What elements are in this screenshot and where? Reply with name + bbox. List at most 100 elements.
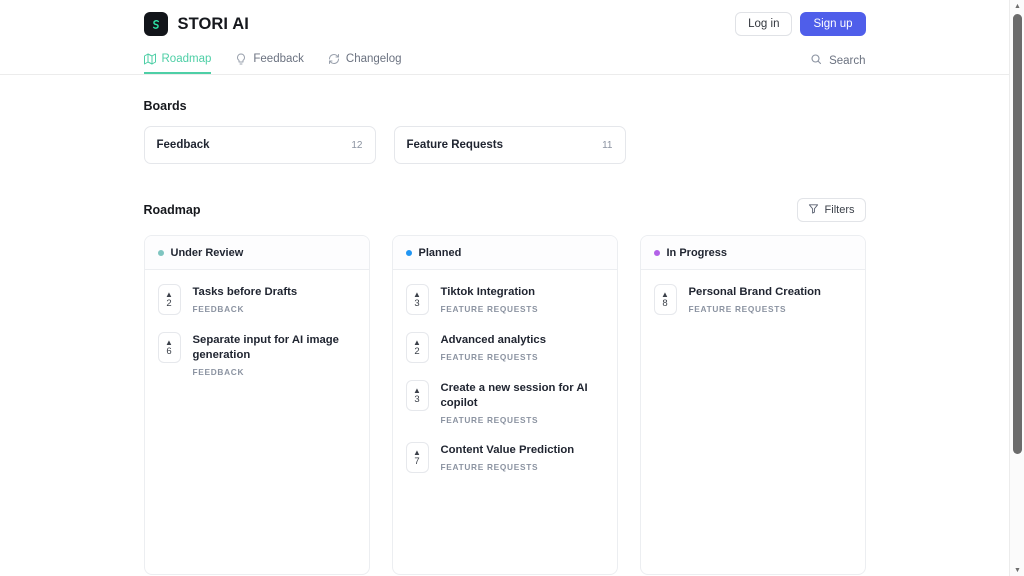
column-title: In Progress (666, 246, 728, 259)
browser-viewport: STORI AI Log in Sign up Roadmap Feedback… (0, 0, 1024, 576)
vote-count: 3 (414, 297, 420, 309)
vote-button[interactable]: ▲ 7 (405, 442, 429, 473)
chevron-up-icon: ▲ (413, 447, 421, 457)
chevron-up-icon: ▲ (165, 337, 173, 347)
signup-button[interactable]: Sign up (800, 12, 866, 36)
roadmap-item-text: Tasks before Drafts FEEDBACK (193, 284, 298, 314)
roadmap-item-board: FEEDBACK (192, 304, 245, 314)
roadmap-item-text: Create a new session for AI copilot FEAT… (441, 380, 604, 425)
roadmap-item-board: FEATURE REQUESTS (440, 304, 539, 314)
roadmap-item-board: FEEDBACK (192, 367, 245, 377)
column-header: Under Review (144, 236, 369, 270)
board-count: 11 (602, 139, 613, 151)
header-top-row: STORI AI Log in Sign up (143, 0, 866, 45)
status-dot-icon (653, 249, 660, 256)
scrollbar-up-arrow-icon[interactable]: ▲ (1010, 0, 1024, 12)
filters-button[interactable]: Filters (796, 198, 866, 222)
header-actions: Log in Sign up (735, 12, 866, 36)
roadmap-item-board: FEATURE REQUESTS (440, 462, 539, 472)
scrollbar-thumb[interactable] (1013, 14, 1022, 454)
roadmap-item[interactable]: ▲ 6 Separate input for AI image generati… (157, 332, 356, 377)
vote-button[interactable]: ▲ 3 (405, 380, 429, 411)
roadmap-item[interactable]: ▲ 3 Create a new session for AI copilot … (405, 380, 604, 425)
chevron-up-icon: ▲ (165, 289, 173, 299)
column-body: ▲ 2 Tasks before Drafts FEEDBACK ▲ 6 Sep… (145, 270, 369, 387)
roadmap-item-title: Create a new session for AI copilot (440, 382, 588, 409)
search-button[interactable]: Search (810, 53, 866, 74)
roadmap-columns: Under Review ▲ 2 Tasks before Drafts FEE… (143, 235, 866, 575)
nav-tab-roadmap[interactable]: Roadmap (143, 45, 212, 74)
nav-tab-changelog[interactable]: Changelog (328, 45, 402, 74)
board-card-feature-requests[interactable]: Feature Requests 11 (393, 126, 626, 164)
nav-tabs: Roadmap Feedback Changelog (143, 45, 402, 74)
map-icon (143, 53, 156, 65)
roadmap-item[interactable]: ▲ 2 Advanced analytics FEATURE REQUESTS (405, 332, 604, 363)
column-header: Planned (392, 236, 617, 270)
roadmap-column-in-progress: In Progress ▲ 8 Personal Brand Creation … (639, 235, 866, 575)
column-body: ▲ 8 Personal Brand Creation FEATURE REQU… (641, 270, 865, 325)
nav-tab-roadmap-label: Roadmap (161, 52, 212, 65)
login-button[interactable]: Log in (735, 12, 793, 36)
vote-count: 2 (166, 297, 172, 309)
brand[interactable]: STORI AI (143, 12, 249, 36)
nav-tab-changelog-label: Changelog (345, 52, 402, 65)
roadmap-column-under-review: Under Review ▲ 2 Tasks before Drafts FEE… (143, 235, 370, 575)
chevron-up-icon: ▲ (413, 385, 421, 395)
boards-list: Feedback 12 Feature Requests 11 (143, 126, 866, 164)
nav-tab-feedback-label: Feedback (253, 52, 304, 65)
column-header: In Progress (640, 236, 865, 270)
nav-tab-feedback[interactable]: Feedback (235, 45, 304, 74)
board-count: 12 (351, 139, 363, 151)
roadmap-item-board: FEATURE REQUESTS (440, 352, 539, 362)
roadmap-item[interactable]: ▲ 7 Content Value Prediction FEATURE REQ… (405, 442, 604, 473)
refresh-icon (328, 53, 340, 65)
roadmap-item-title: Tiktok Integration (440, 286, 536, 298)
vote-button[interactable]: ▲ 8 (653, 284, 677, 315)
status-dot-icon (157, 249, 164, 256)
vote-count: 7 (414, 455, 420, 467)
vote-button[interactable]: ▲ 2 (405, 332, 429, 363)
vote-button[interactable]: ▲ 3 (405, 284, 429, 315)
vote-count: 8 (662, 297, 668, 309)
column-body: ▲ 3 Tiktok Integration FEATURE REQUESTS … (393, 270, 617, 483)
board-name: Feature Requests (406, 139, 504, 151)
roadmap-header: Roadmap Filters (144, 198, 866, 222)
roadmap-item-title: Content Value Prediction (440, 444, 575, 456)
main-content: Boards Feedback 12 Feature Requests 11 R… (143, 75, 866, 575)
roadmap-item-text: Personal Brand Creation FEATURE REQUESTS (689, 284, 821, 314)
board-name: Feedback (156, 139, 210, 151)
page-scrollbar[interactable]: ▲ ▼ (1009, 0, 1024, 576)
chevron-up-icon: ▲ (413, 337, 421, 347)
board-card-feedback[interactable]: Feedback 12 (143, 126, 376, 164)
site-header: STORI AI Log in Sign up Roadmap Feedback… (0, 0, 1009, 75)
vote-count: 6 (166, 345, 172, 357)
roadmap-item[interactable]: ▲ 3 Tiktok Integration FEATURE REQUESTS (405, 284, 604, 315)
column-title: Planned (418, 246, 462, 259)
roadmap-item-board: FEATURE REQUESTS (440, 415, 539, 425)
stori-s-logo-icon (143, 12, 168, 36)
scrollbar-down-arrow-icon[interactable]: ▼ (1010, 564, 1024, 576)
roadmap-item-text: Advanced analytics FEATURE REQUESTS (441, 332, 546, 362)
header-nav-row: Roadmap Feedback Changelog Search (143, 45, 866, 74)
vote-count: 3 (414, 393, 420, 405)
chevron-up-icon: ▲ (661, 289, 669, 299)
search-icon (810, 53, 822, 68)
roadmap-item-text: Tiktok Integration FEATURE REQUESTS (441, 284, 539, 314)
status-dot-icon (405, 249, 412, 256)
lightbulb-icon (235, 53, 247, 65)
roadmap-item-text: Content Value Prediction FEATURE REQUEST… (441, 442, 575, 472)
chevron-up-icon: ▲ (413, 289, 421, 299)
roadmap-item-title: Personal Brand Creation (688, 286, 821, 298)
boards-heading: Boards (143, 99, 187, 113)
roadmap-item[interactable]: ▲ 8 Personal Brand Creation FEATURE REQU… (653, 284, 852, 315)
vote-count: 2 (414, 345, 420, 357)
column-title: Under Review (170, 246, 244, 259)
vote-button[interactable]: ▲ 6 (157, 332, 181, 363)
vote-button[interactable]: ▲ 2 (157, 284, 181, 315)
roadmap-heading: Roadmap (143, 203, 201, 217)
search-label: Search (829, 54, 866, 67)
roadmap-item-title: Tasks before Drafts (192, 286, 298, 298)
roadmap-item-board: FEATURE REQUESTS (688, 304, 787, 314)
roadmap-item[interactable]: ▲ 2 Tasks before Drafts FEEDBACK (157, 284, 356, 315)
brand-name: STORI AI (177, 14, 249, 33)
